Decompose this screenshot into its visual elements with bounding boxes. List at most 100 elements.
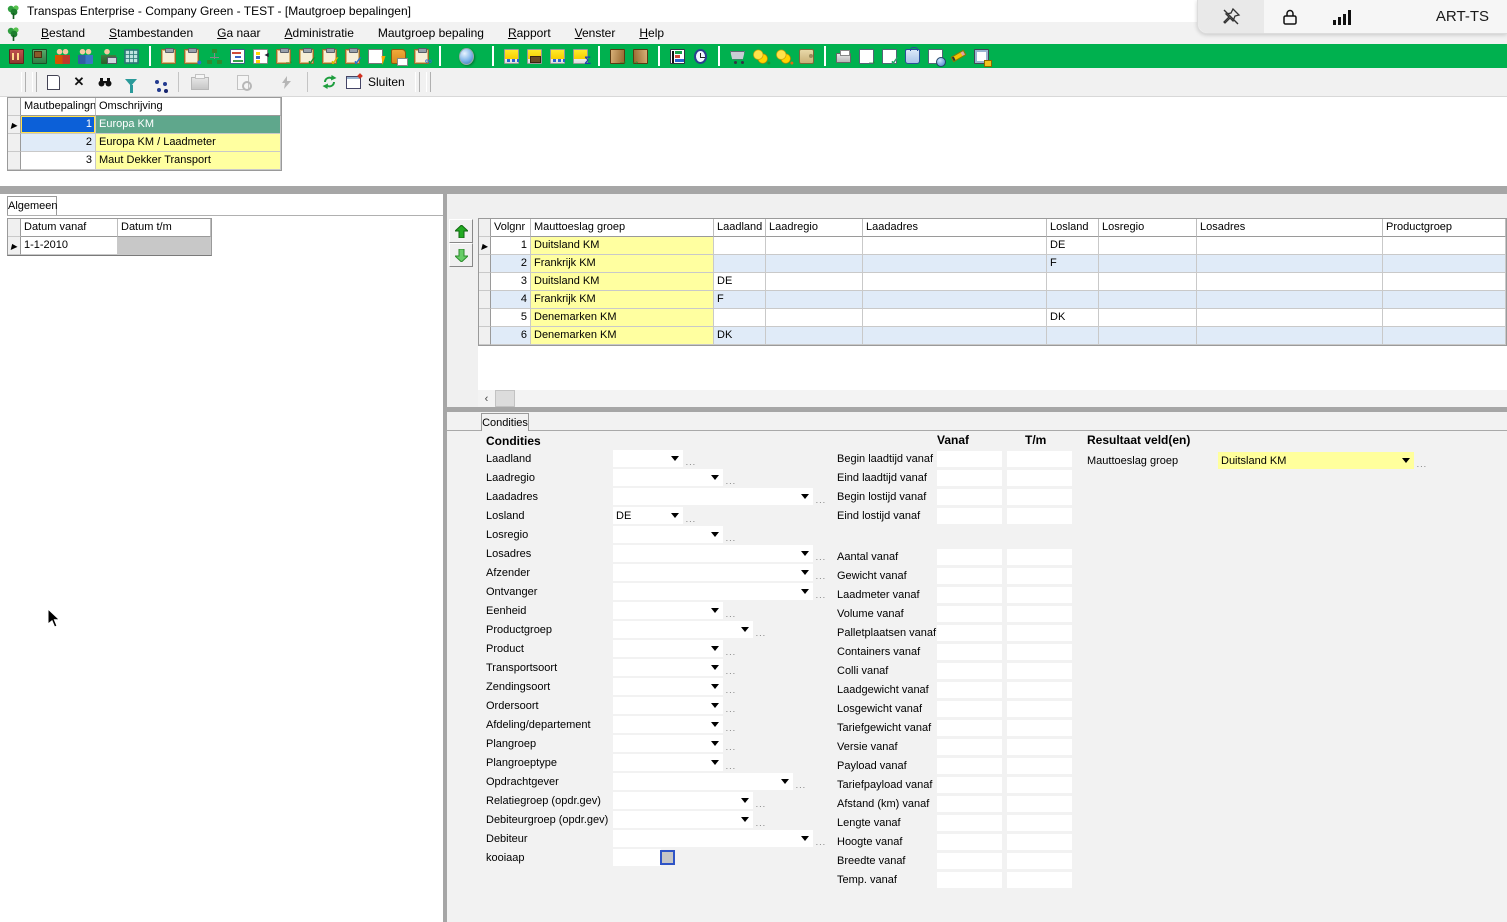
browse-dots-icon[interactable] (816, 570, 827, 582)
laadgewicht-vanaf-input[interactable] (937, 682, 1002, 698)
table-cell[interactable] (1197, 291, 1383, 309)
table-cell[interactable] (766, 327, 863, 345)
browse-dots-icon[interactable] (756, 798, 767, 810)
ordersoort-combobox[interactable] (613, 697, 723, 714)
browse-dots-icon[interactable] (796, 779, 807, 791)
browse-dots-icon[interactable] (726, 475, 737, 487)
begin-laadtijd-tm-input[interactable] (1007, 451, 1072, 467)
edit-document-icon[interactable] (880, 48, 899, 65)
opdrachtgever-combobox[interactable] (613, 773, 793, 790)
sluiten-button[interactable]: Sluiten (346, 75, 405, 89)
toolbar-grip[interactable] (21, 72, 26, 92)
table-cell[interactable] (1383, 237, 1506, 255)
eind-lostijd-vanaf-input[interactable] (937, 508, 1002, 524)
table-cell[interactable]: Denemarken KM (531, 327, 714, 345)
menu-rapport[interactable]: Rapport (496, 23, 563, 43)
column-header-datum-tm[interactable]: Datum t/m (118, 219, 211, 237)
payload-vanaf-input[interactable] (937, 758, 1002, 774)
column-header-groep[interactable]: Mauttoeslag groep (531, 219, 714, 237)
table-cell[interactable]: 6 (491, 327, 531, 345)
losgewicht-tm-input[interactable] (1007, 701, 1072, 717)
table-cell[interactable] (1047, 291, 1099, 309)
world-globe-icon[interactable] (457, 48, 476, 65)
toolbar-grip[interactable] (426, 72, 431, 92)
remote-desktop-icon[interactable] (972, 48, 991, 65)
table-cell[interactable] (863, 291, 1047, 309)
column-header-volgnr[interactable]: Volgnr (491, 219, 531, 237)
afdeling-combobox[interactable] (613, 716, 723, 733)
aantal-vanaf-input[interactable] (937, 549, 1002, 565)
process-button-disabled[interactable] (273, 70, 299, 94)
tariefgewicht-tm-input[interactable] (1007, 720, 1072, 736)
browse-dots-icon[interactable] (816, 836, 827, 848)
table-cell[interactable]: Duitsland KM (531, 237, 714, 255)
plangroeptype-combobox[interactable] (613, 754, 723, 771)
case-bag-icon[interactable] (903, 48, 922, 65)
containers-vanaf-input[interactable] (937, 644, 1002, 660)
table-cell[interactable] (766, 309, 863, 327)
table-cell[interactable]: DE (1047, 237, 1099, 255)
colli-vanaf-input[interactable] (937, 663, 1002, 679)
purchase-cart-icon[interactable] (728, 48, 747, 65)
delete-record-button[interactable] (66, 70, 92, 94)
company-building-icon[interactable] (7, 48, 26, 65)
table-cell[interactable]: DK (714, 327, 766, 345)
new-record-button[interactable] (40, 70, 66, 94)
scroll-left-icon[interactable]: ‹ (478, 390, 495, 407)
planning-board-icon[interactable] (228, 48, 247, 65)
clock-icon[interactable] (691, 48, 710, 65)
tariefpayload-tm-input[interactable] (1007, 777, 1072, 793)
table-cell[interactable] (1383, 327, 1506, 345)
menu-stambestanden[interactable]: Stambestanden (97, 23, 205, 43)
column-header-laadland[interactable]: Laadland (714, 219, 766, 237)
colli-tm-input[interactable] (1007, 663, 1072, 679)
table-cell[interactable] (1099, 255, 1197, 273)
table-cell[interactable]: Frankrijk KM (531, 255, 714, 273)
table-cell[interactable] (766, 255, 863, 273)
laadadres-combobox[interactable] (613, 488, 813, 505)
tariefgewicht-vanaf-input[interactable] (937, 720, 1002, 736)
table-cell[interactable] (1099, 309, 1197, 327)
table-cell[interactable]: Frankrijk KM (531, 291, 714, 309)
table-cell[interactable] (714, 309, 766, 327)
column-header-omschrijving[interactable]: Omschrijving (96, 98, 281, 116)
table-cell[interactable] (1383, 309, 1506, 327)
menu-help[interactable]: Help (627, 23, 676, 43)
table-cell[interactable] (1197, 255, 1383, 273)
row-selector[interactable] (8, 237, 21, 255)
order-check-green-clipboard-icon[interactable] (297, 48, 316, 65)
ontvanger-combobox[interactable] (613, 583, 813, 600)
row-selector[interactable] (479, 327, 491, 345)
move-row-down-button[interactable] (449, 243, 473, 267)
relations-people-icon[interactable] (53, 48, 72, 65)
productgroep-combobox[interactable] (613, 621, 753, 638)
table-cell[interactable] (1047, 327, 1099, 345)
laadregio-combobox[interactable] (613, 469, 723, 486)
begin-laadtijd-vanaf-input[interactable] (937, 451, 1002, 467)
sign-pencil-icon[interactable] (949, 48, 968, 65)
row-selector[interactable] (479, 237, 491, 255)
begin-lostijd-vanaf-input[interactable] (937, 489, 1002, 505)
table-cell[interactable]: 5 (491, 309, 531, 327)
table-cell[interactable] (1197, 309, 1383, 327)
order-check-blue-clipboard-icon[interactable] (343, 48, 362, 65)
afzender-combobox[interactable] (613, 564, 813, 581)
print-button-disabled[interactable] (187, 70, 213, 94)
order-clipboard-icon[interactable] (159, 48, 178, 65)
laadland-combobox[interactable] (613, 450, 683, 467)
aantal-tm-input[interactable] (1007, 549, 1072, 565)
export-document-icon[interactable] (857, 48, 876, 65)
begin-lostijd-tm-input[interactable] (1007, 489, 1072, 505)
row-selector[interactable] (8, 134, 21, 152)
globe-document-icon[interactable] (926, 48, 945, 65)
table-cell[interactable] (863, 327, 1047, 345)
browse-dots-icon[interactable] (816, 551, 827, 563)
table-cell[interactable] (1047, 273, 1099, 291)
table-cell[interactable] (766, 237, 863, 255)
browse-dots-icon[interactable] (726, 646, 737, 658)
browse-dots-icon[interactable] (726, 532, 737, 544)
kooiaap-checkbox[interactable] (660, 850, 675, 865)
print-icon[interactable] (834, 48, 853, 65)
move-row-up-button[interactable] (449, 219, 473, 243)
sort-button[interactable] (144, 70, 170, 94)
